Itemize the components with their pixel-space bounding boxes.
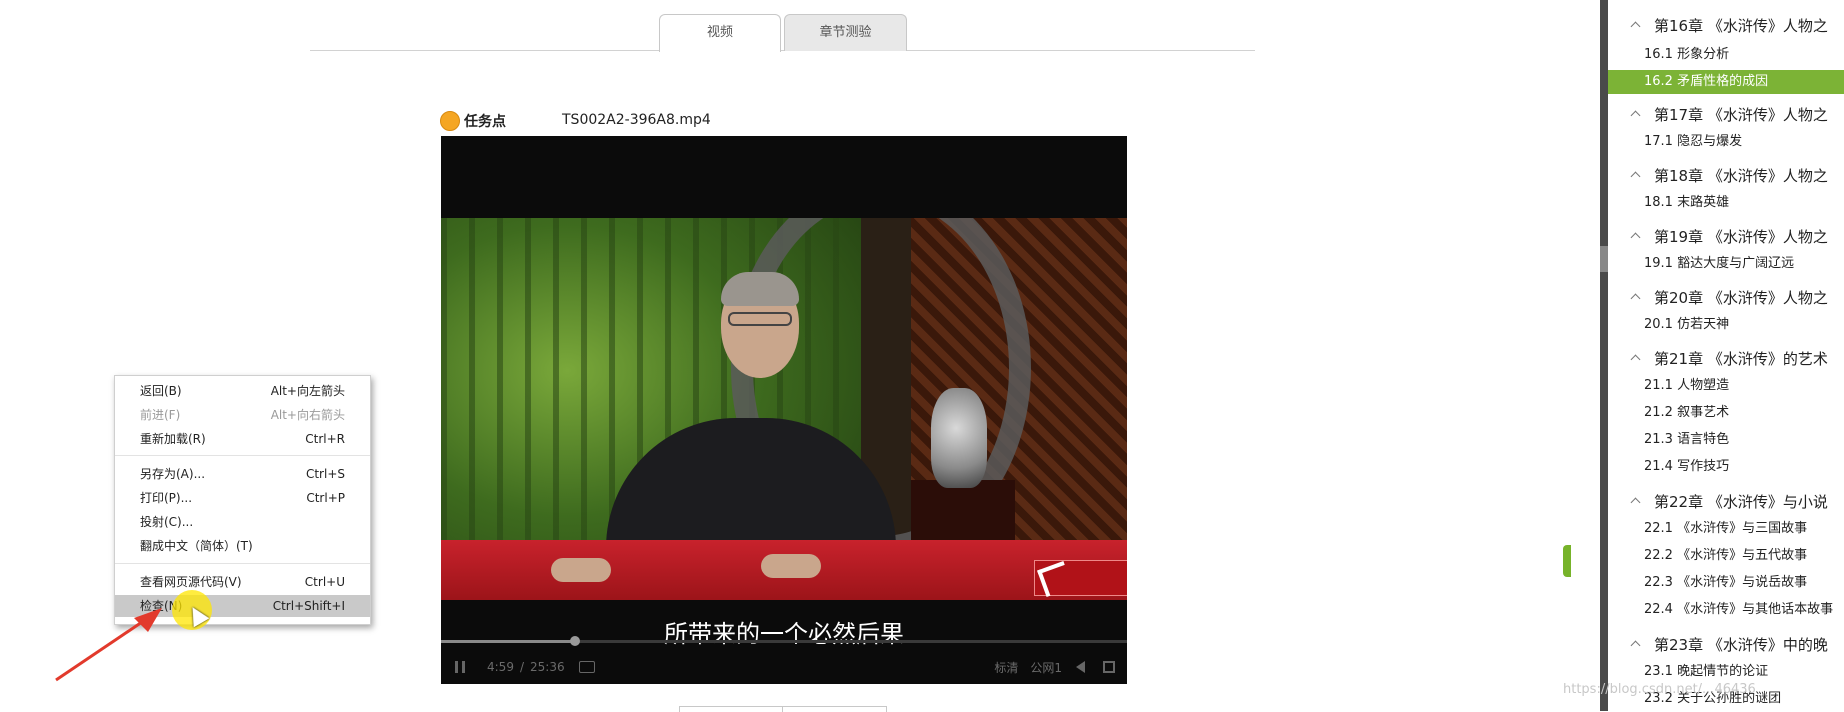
menu-item-reload[interactable]: 重新加载(R) Ctrl+R	[115, 428, 370, 450]
menu-item-forward: 前进(F) Alt+向右箭头	[140, 408, 345, 422]
toc-chapter[interactable]: 第23章 《水浒传》中的晚	[1608, 632, 1844, 658]
chevron-up-icon[interactable]	[1630, 639, 1640, 649]
toc-section[interactable]: 22.4 《水浒传》与其他话本故事	[1608, 598, 1844, 622]
toc-chapter[interactable]: 第17章 《水浒传》人物之	[1608, 102, 1844, 128]
toc-section-active[interactable]: 16.2 矛盾性格的成因	[1608, 70, 1844, 94]
speaker-hair	[721, 272, 799, 306]
sidebar-toggle-button[interactable]	[1563, 545, 1571, 577]
context-menu: 返回(B) Alt+向左箭头 前进(F) Alt+向右箭头 重新加载(R) Ct…	[114, 375, 371, 625]
menu-item-print[interactable]: 打印(P)... Ctrl+P	[115, 487, 370, 509]
menu-item-view-source[interactable]: 查看网页源代码(V) Ctrl+U	[115, 571, 370, 593]
video-subtitle: 所带来的一个必然后果	[664, 620, 904, 648]
vase	[931, 388, 987, 488]
toc-chapter[interactable]: 第21章 《水浒传》的艺术	[1608, 346, 1844, 372]
chevron-up-icon[interactable]	[1630, 496, 1640, 506]
below-player-buttons[interactable]	[679, 706, 887, 712]
speaker-glasses	[728, 312, 792, 326]
toc-chapter-label: 第22章 《水浒传》与小说	[1654, 493, 1828, 511]
channel-logo	[1034, 560, 1127, 597]
line-button[interactable]: 公网1	[1030, 659, 1062, 676]
menu-item-cast[interactable]: 投射(C)...	[115, 511, 370, 533]
toc-chapter-label: 第19章 《水浒传》人物之	[1654, 228, 1828, 246]
toc-chapter[interactable]: 第16章 《水浒传》人物之	[1608, 13, 1844, 39]
menu-item-save-as[interactable]: 另存为(A)... Ctrl+S	[115, 463, 370, 485]
time-separator: /	[519, 660, 524, 674]
video-filename: TS002A2-396A8.mp4	[562, 112, 711, 128]
toc-chapter-label: 第17章 《水浒传》人物之	[1654, 106, 1828, 124]
task-point-label: 任务点	[440, 111, 506, 131]
video-frame	[441, 218, 1127, 600]
toc-chapter[interactable]: 第22章 《水浒传》与小说	[1608, 489, 1844, 515]
player-controls: 4:59 / 25:36 标清 公网1	[441, 650, 1127, 684]
video-player[interactable]: 所带来的一个必然后果 4:59 / 25:36 标清 公网1	[441, 136, 1127, 684]
logo-mark-icon	[1037, 561, 1073, 597]
toc-chapter[interactable]: 第19章 《水浒传》人物之	[1608, 224, 1844, 250]
toc-section[interactable]: 22.3 《水浒传》与说岳故事	[1608, 571, 1844, 595]
tab-video[interactable]: 视频	[659, 14, 781, 52]
watermark: https://blog.csdn.net/...46436	[1563, 682, 1756, 697]
toc-section[interactable]: 22.1 《水浒传》与三国故事	[1608, 517, 1844, 541]
task-point-text: 任务点	[464, 114, 506, 130]
toc-section[interactable]: 20.1 仿若天神	[1608, 313, 1844, 337]
toc-section[interactable]: 22.2 《水浒传》与五代故事	[1608, 544, 1844, 568]
toc-section[interactable]: 17.1 隐忍与爆发	[1608, 130, 1844, 154]
chevron-up-icon[interactable]	[1630, 20, 1640, 30]
toc-chapter[interactable]: 第20章 《水浒传》人物之	[1608, 285, 1844, 311]
chevron-up-icon[interactable]	[1630, 353, 1640, 363]
sidebar-resize-handle[interactable]	[1600, 246, 1608, 272]
toc-chapter[interactable]: 第18章 《水浒传》人物之	[1608, 163, 1844, 189]
toc-chapter-label: 第21章 《水浒传》的艺术	[1654, 350, 1828, 368]
toc-section[interactable]: 19.1 豁达大度与广阔辽远	[1608, 252, 1844, 276]
toc-chapter-label: 第23章 《水浒传》中的晚	[1654, 636, 1828, 654]
tab-chapter-quiz[interactable]: 章节测验	[784, 14, 907, 51]
quality-button[interactable]: 标清	[994, 659, 1018, 676]
toc-section[interactable]: 21.2 叙事艺术	[1608, 401, 1844, 425]
task-status-icon	[440, 111, 460, 131]
menu-separator	[115, 563, 370, 564]
chevron-up-icon[interactable]	[1630, 109, 1640, 119]
course-toc: 第16章 《水浒传》人物之 16.1 形象分析 16.2 矛盾性格的成因第17章 《…	[1608, 0, 1844, 711]
chevron-up-icon[interactable]	[1630, 231, 1640, 241]
subtitle-toggle-icon[interactable]	[578, 661, 595, 673]
duration: 25:36	[530, 660, 565, 674]
toc-section[interactable]: 21.3 语言特色	[1608, 428, 1844, 452]
volume-icon[interactable]	[1076, 661, 1085, 673]
menu-separator	[115, 455, 370, 456]
toc-section[interactable]: 21.1 人物塑造	[1608, 374, 1844, 398]
fullscreen-icon[interactable]	[1103, 661, 1115, 673]
speaker-hand-left	[551, 558, 611, 582]
tabs-divider	[310, 50, 1255, 51]
progress-bar[interactable]	[441, 636, 1127, 646]
menu-item-back[interactable]: 返回(B) Alt+向左箭头	[115, 380, 370, 402]
toc-section[interactable]: 23.1 晚起情节的论证	[1608, 660, 1844, 684]
pause-icon[interactable]	[455, 661, 465, 673]
toc-section[interactable]: 21.4 写作技巧	[1608, 455, 1844, 479]
red-annotation-arrow-icon	[55, 608, 162, 682]
toc-chapter-label: 第16章 《水浒传》人物之	[1654, 17, 1828, 35]
toc-chapter-label: 第20章 《水浒传》人物之	[1654, 289, 1828, 307]
current-time: 4:59	[487, 660, 514, 674]
chevron-up-icon[interactable]	[1630, 170, 1640, 180]
speaker-hand-right	[761, 554, 821, 578]
toc-chapter-label: 第18章 《水浒传》人物之	[1654, 167, 1828, 185]
chevron-up-icon[interactable]	[1630, 292, 1640, 302]
toc-section[interactable]: 18.1 末路英雄	[1608, 191, 1844, 215]
sidebar-edge	[1600, 0, 1608, 711]
progress-fill	[441, 640, 575, 643]
toc-section[interactable]: 16.1 形象分析	[1608, 43, 1844, 67]
progress-knob[interactable]	[569, 636, 580, 646]
menu-item-translate[interactable]: 翻成中文（简体）(T)	[115, 535, 370, 557]
